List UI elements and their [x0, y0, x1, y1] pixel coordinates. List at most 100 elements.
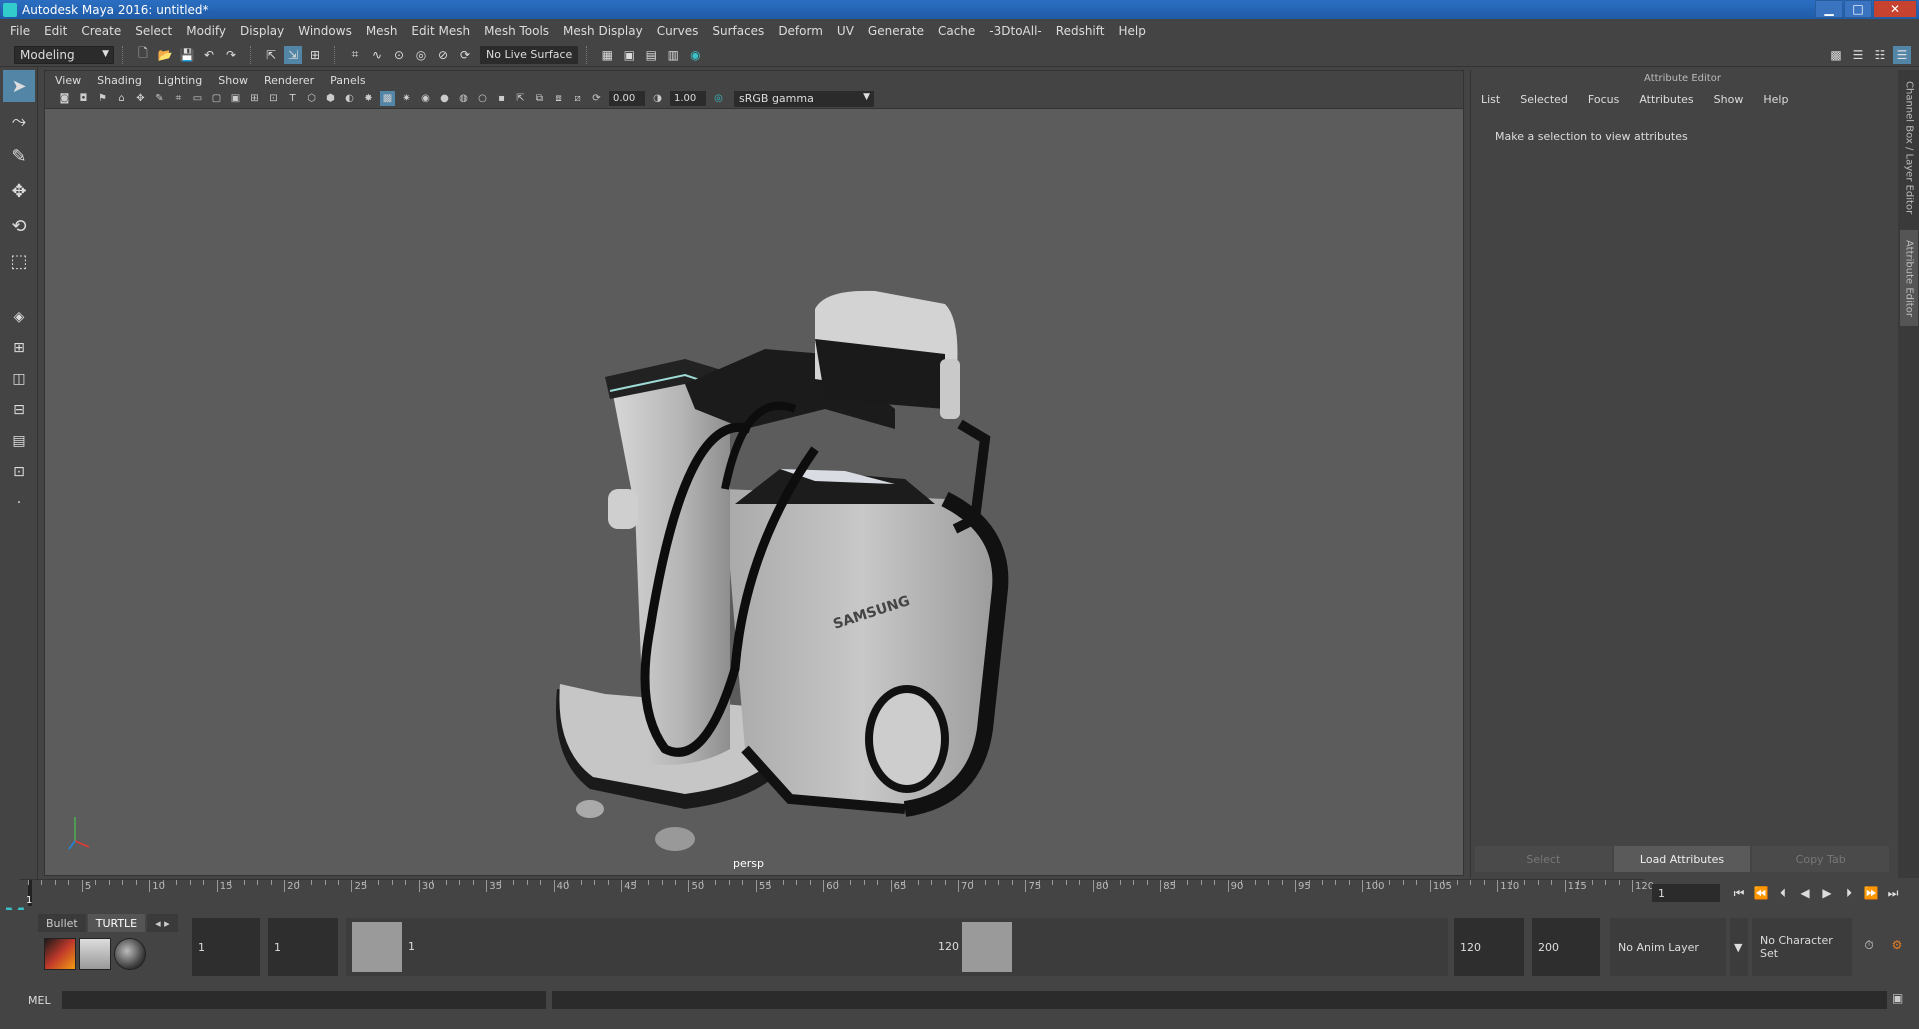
use-lights-icon[interactable]: ✷: [399, 91, 414, 106]
maximize-button[interactable]: □: [1844, 0, 1872, 18]
menu-curves[interactable]: Curves: [657, 24, 699, 38]
attribute-editor-tab[interactable]: Attribute Editor: [1900, 230, 1918, 326]
play-forwards-icon[interactable]: ▶: [1816, 884, 1838, 902]
gamma-field[interactable]: 1.00: [670, 91, 706, 106]
redo-icon[interactable]: ↷: [222, 46, 240, 64]
menu-mesh-tools[interactable]: Mesh Tools: [484, 24, 549, 38]
step-forward-frame-icon[interactable]: ⏵: [1838, 884, 1860, 902]
modeling-toolkit-icon[interactable]: ▩: [1827, 46, 1845, 64]
animation-end-field[interactable]: 200: [1532, 918, 1600, 976]
xray-active-icon[interactable]: ⧈: [551, 91, 566, 106]
menu-select[interactable]: Select: [135, 24, 172, 38]
attr-menu-focus[interactable]: Focus: [1588, 93, 1619, 106]
attr-menu-list[interactable]: List: [1481, 93, 1500, 106]
rotate-tool-icon[interactable]: ⟲: [3, 210, 35, 242]
render-settings-icon[interactable]: ▦: [598, 46, 616, 64]
sphere-material-icon[interactable]: [114, 938, 146, 970]
menu-generate[interactable]: Generate: [868, 24, 924, 38]
menu-edit[interactable]: Edit: [44, 24, 67, 38]
animation-preferences-icon[interactable]: ⚙: [1886, 936, 1908, 954]
menu-file[interactable]: File: [10, 24, 30, 38]
anim-layer-arrow[interactable]: ▼: [1730, 918, 1748, 976]
four-view-layout-icon[interactable]: ⊞: [3, 334, 35, 362]
load-attributes-button[interactable]: Load Attributes: [1613, 846, 1751, 872]
gamma-icon[interactable]: ◑: [650, 91, 665, 106]
grid-toggle-icon[interactable]: ⌗: [171, 91, 186, 106]
backface-culling-icon[interactable]: ⧄: [570, 91, 585, 106]
paint-select-tool-icon[interactable]: ✎: [3, 140, 35, 172]
textured-icon[interactable]: ✸: [361, 91, 376, 106]
minimize-button[interactable]: ▁: [1815, 0, 1843, 18]
menu-uv[interactable]: UV: [837, 24, 854, 38]
tool-settings-toggle-icon[interactable]: ☷: [1871, 46, 1889, 64]
play-backwards-icon[interactable]: ◀: [1794, 884, 1816, 902]
range-slider[interactable]: 1 120: [346, 918, 1448, 976]
animation-start-field[interactable]: 1: [192, 918, 260, 976]
shelf-scroll-icon[interactable]: ◂ ▸: [147, 914, 178, 932]
bullet-solver-icon[interactable]: [44, 938, 76, 970]
panel-menu-lighting[interactable]: Lighting: [158, 74, 202, 87]
undo-icon[interactable]: ↶: [200, 46, 218, 64]
step-forward-key-icon[interactable]: ⏩: [1860, 884, 1882, 902]
playback-end-field[interactable]: 120: [1454, 918, 1524, 976]
snap-grid-icon[interactable]: ⌗: [346, 46, 364, 64]
panel-menu-panels[interactable]: Panels: [330, 74, 365, 87]
select-component-icon[interactable]: ⊞: [306, 46, 324, 64]
exposure-icon[interactable]: ⟳: [589, 91, 604, 106]
hypershade-layout-icon[interactable]: ▤: [3, 427, 35, 455]
panel-menu-shading[interactable]: Shading: [97, 74, 142, 87]
attribute-editor-toggle-icon[interactable]: ☰: [1849, 46, 1867, 64]
attr-menu-show[interactable]: Show: [1714, 93, 1744, 106]
rigid-body-icon[interactable]: [79, 938, 111, 970]
wireframe-icon[interactable]: ⬡: [304, 91, 319, 106]
camera-icon[interactable]: ◙: [57, 91, 72, 106]
go-to-end-icon[interactable]: ⏭: [1882, 884, 1904, 902]
step-back-frame-icon[interactable]: ⏴: [1772, 884, 1794, 902]
command-language-label[interactable]: MEL: [0, 994, 60, 1007]
resolution-gate-icon[interactable]: ▢: [209, 91, 224, 106]
bookmark-icon[interactable]: ⚑: [95, 91, 110, 106]
time-slider[interactable]: 1 5 10 15 20 25 30 35 40 45 50 55 60 65 70 75 80 85 90 95 1…: [20, 879, 1654, 907]
shelf-tab-bullet[interactable]: Bullet: [38, 914, 86, 932]
select-hierarchy-icon[interactable]: ⇱: [262, 46, 280, 64]
menu-modify[interactable]: Modify: [186, 24, 226, 38]
exposure-field[interactable]: 0.00: [609, 91, 645, 106]
render-current-icon[interactable]: ▣: [620, 46, 638, 64]
auto-key-icon[interactable]: ⏱: [1858, 936, 1880, 954]
new-scene-icon[interactable]: 🗋: [134, 46, 152, 64]
camera-attributes-icon[interactable]: ◘: [76, 91, 91, 106]
menu-cache[interactable]: Cache: [938, 24, 975, 38]
image-plane-icon[interactable]: ⌂: [114, 91, 129, 106]
gate-mask-icon[interactable]: ▣: [228, 91, 243, 106]
character-set-dropdown[interactable]: No Character Set: [1752, 918, 1852, 976]
menu-help[interactable]: Help: [1118, 24, 1145, 38]
xray-icon[interactable]: ▩: [380, 91, 395, 106]
open-scene-icon[interactable]: 📂: [156, 46, 174, 64]
range-end-handle[interactable]: [962, 922, 1012, 972]
shadows-icon[interactable]: ◉: [418, 91, 433, 106]
snap-point-icon[interactable]: ⊙: [390, 46, 408, 64]
motion-blur-icon[interactable]: ◍: [456, 91, 471, 106]
snap-curve-icon[interactable]: ∿: [368, 46, 386, 64]
current-frame-field[interactable]: 1: [1652, 884, 1720, 902]
live-surface-field[interactable]: No Live Surface: [480, 45, 579, 64]
color-management-icon[interactable]: ◎: [711, 91, 726, 106]
channel-box-tab[interactable]: Channel Box / Layer Editor: [1900, 78, 1918, 218]
ipr-render-icon[interactable]: ▤: [642, 46, 660, 64]
panel-menu-renderer[interactable]: Renderer: [264, 74, 314, 87]
wireframe-on-shaded-icon[interactable]: ◐: [342, 91, 357, 106]
panel-menu-show[interactable]: Show: [218, 74, 248, 87]
lasso-tool-icon[interactable]: ⤳: [3, 105, 35, 137]
hypershade-icon[interactable]: ◉: [686, 46, 704, 64]
shelf-tab-turtle[interactable]: TURTLE: [87, 914, 146, 932]
render-view-icon[interactable]: ▥: [664, 46, 682, 64]
menu-deform[interactable]: Deform: [778, 24, 823, 38]
go-to-start-icon[interactable]: ⏮: [1728, 884, 1750, 902]
anim-layer-dropdown[interactable]: No Anim Layer: [1610, 918, 1726, 976]
menu-display[interactable]: Display: [240, 24, 284, 38]
channel-box-toggle-icon[interactable]: ☰: [1893, 46, 1911, 64]
smooth-shade-icon[interactable]: ⬢: [323, 91, 338, 106]
grease-pencil-icon[interactable]: ✎: [152, 91, 167, 106]
select-button[interactable]: Select: [1475, 846, 1612, 872]
persp-graph-layout-icon[interactable]: ⊟: [3, 396, 35, 424]
